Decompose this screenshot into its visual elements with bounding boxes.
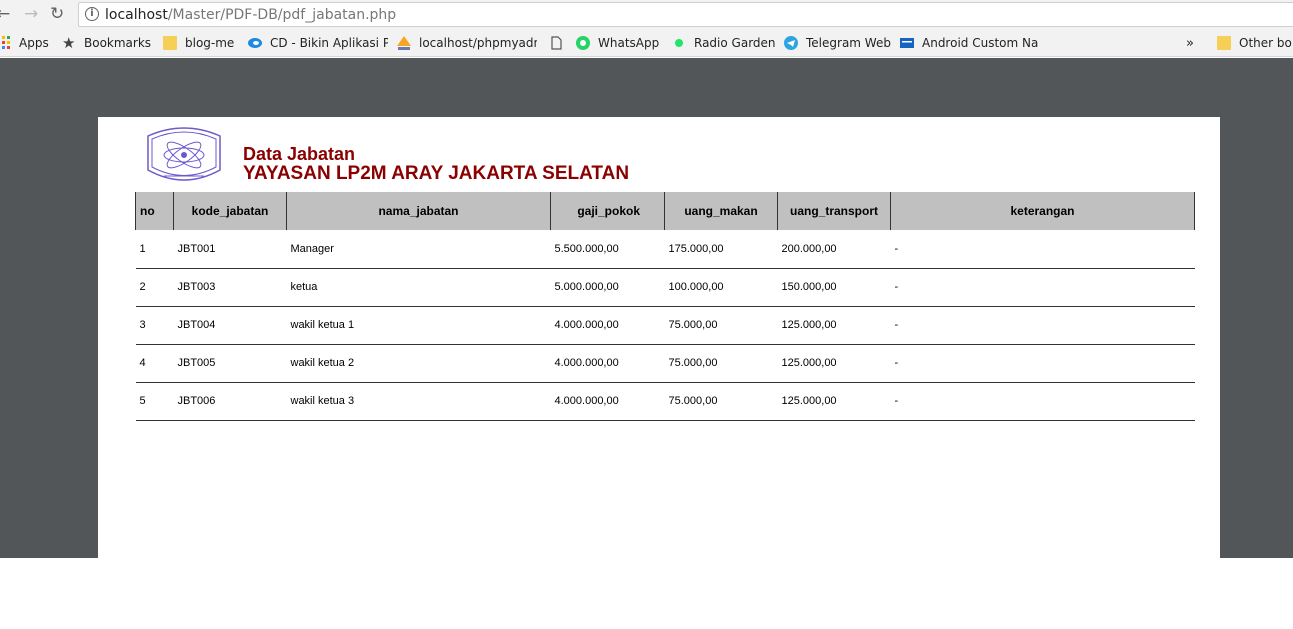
- bookmarks-bar: Apps ★ Bookmarks blog-me CD - Bikin Apli…: [0, 29, 1293, 57]
- cell-nama-jabatan: wakil ketua 2: [286, 344, 551, 383]
- whatsapp-icon: [576, 36, 590, 50]
- telegram-icon: [784, 36, 798, 50]
- cell-uang-transport: 125.000,00: [777, 382, 891, 421]
- pma-icon: [397, 36, 411, 50]
- cell-nama-jabatan: wakil ketua 3: [286, 382, 551, 421]
- cell-keterangan: -: [890, 306, 1195, 345]
- cell-no: 1: [135, 230, 174, 269]
- bookmark-label: WhatsApp: [598, 36, 660, 50]
- bookmark-radio-garden[interactable]: Radio Garden: [672, 35, 776, 51]
- bookmark-label: Apps: [19, 36, 49, 50]
- cell-uang-transport: 125.000,00: [777, 306, 891, 345]
- table-header-row: no kode_jabatan nama_jabatan gaji_pokok …: [135, 192, 1195, 230]
- column-header-keterangan: keterangan: [890, 192, 1195, 230]
- info-icon[interactable]: i: [85, 7, 99, 21]
- cell-uang-makan: 75.000,00: [664, 382, 778, 421]
- bookmark-android-custom[interactable]: Android Custom Na: [900, 35, 1040, 51]
- url-path: /Master/PDF-DB/pdf_jabatan.php: [167, 7, 397, 23]
- cell-no: 4: [135, 344, 174, 383]
- column-header-uang-makan: uang_makan: [664, 192, 778, 230]
- cell-uang-transport: 200.000,00: [777, 230, 891, 269]
- jabatan-table: no kode_jabatan nama_jabatan gaji_pokok …: [135, 192, 1195, 421]
- cd-icon: [248, 38, 262, 48]
- cell-kode-jabatan: JBT004: [173, 306, 287, 345]
- table-row: 5 JBT006 wakil ketua 3 4.000.000,00 75.0…: [135, 382, 1195, 421]
- bookmark-whatsapp[interactable]: WhatsApp: [576, 35, 659, 51]
- cell-kode-jabatan: JBT006: [173, 382, 287, 421]
- cell-nama-jabatan: Manager: [286, 230, 551, 269]
- cell-keterangan: -: [890, 230, 1195, 269]
- reload-icon[interactable]: ↻: [50, 4, 64, 24]
- bookmark-phpmyadmin[interactable]: localhost/phpmyadm: [397, 35, 537, 51]
- cell-uang-makan: 175.000,00: [664, 230, 778, 269]
- bookmark-blog-me[interactable]: blog-me: [163, 35, 234, 51]
- arrow-right-icon[interactable]: →: [24, 4, 38, 24]
- bookmark-label: Other bo: [1239, 36, 1292, 50]
- bookmark-label: blog-me: [185, 36, 235, 50]
- document-title: Data Jabatan: [243, 144, 356, 164]
- column-header-uang-transport: uang_transport: [777, 192, 891, 230]
- column-header-gaji-pokok: gaji_pokok: [550, 192, 665, 230]
- tc-icon: [900, 38, 914, 48]
- bookmark-page[interactable]: [549, 35, 571, 51]
- address-bar[interactable]: i localhost/Master/PDF-DB/pdf_jabatan.ph…: [78, 2, 1293, 27]
- bookmark-apps[interactable]: Apps: [0, 35, 49, 51]
- bookmark-other[interactable]: Other bo: [1217, 35, 1292, 51]
- column-header-no: no: [135, 192, 174, 230]
- cell-uang-makan: 100.000,00: [664, 268, 778, 307]
- url-text[interactable]: localhost/Master/PDF-DB/pdf_jabatan.php: [105, 7, 396, 23]
- document-subtitle: YAYASAN LP2M ARAY JAKARTA SELATAN: [243, 163, 630, 184]
- arrow-left-icon[interactable]: ←: [0, 4, 10, 24]
- bookmark-bookmarks[interactable]: ★ Bookmarks: [62, 35, 151, 51]
- cell-uang-makan: 75.000,00: [664, 306, 778, 345]
- bookmark-telegram[interactable]: Telegram Web: [784, 35, 891, 51]
- star-icon: ★: [62, 35, 76, 51]
- cell-no: 5: [135, 382, 174, 421]
- pdf-viewer[interactable]: Data Jabatan YAYASAN LP2M ARAY JAKARTA S…: [0, 58, 1293, 558]
- pdf-page: Data Jabatan YAYASAN LP2M ARAY JAKARTA S…: [98, 117, 1220, 558]
- page-icon: [551, 36, 562, 50]
- cell-gaji-pokok: 4.000.000,00: [550, 382, 665, 421]
- table-row: 4 JBT005 wakil ketua 2 4.000.000,00 75.0…: [135, 344, 1195, 383]
- column-header-kode-jabatan: kode_jabatan: [173, 192, 287, 230]
- cell-gaji-pokok: 5.500.000,00: [550, 230, 665, 269]
- table-row: 2 JBT003 ketua 5.000.000,00 100.000,00 1…: [135, 268, 1195, 307]
- radio-garden-icon: [675, 39, 683, 47]
- bookmark-label: Radio Garden: [694, 36, 776, 50]
- bookmarks-overflow-button[interactable]: »: [1186, 35, 1194, 51]
- apps-grid-icon: [2, 36, 10, 49]
- cell-keterangan: -: [890, 344, 1195, 383]
- cell-kode-jabatan: JBT001: [173, 230, 287, 269]
- cell-kode-jabatan: JBT005: [173, 344, 287, 383]
- cell-no: 2: [135, 268, 174, 307]
- cell-kode-jabatan: JBT003: [173, 268, 287, 307]
- folder-icon: [163, 36, 177, 50]
- cell-gaji-pokok: 4.000.000,00: [550, 344, 665, 383]
- bookmark-cd[interactable]: CD - Bikin Aplikasi P: [248, 35, 388, 51]
- bookmark-label: localhost/phpmyadm: [419, 36, 537, 50]
- cell-uang-makan: 75.000,00: [664, 344, 778, 383]
- url-host: localhost: [105, 7, 168, 23]
- cell-uang-transport: 150.000,00: [777, 268, 891, 307]
- folder-icon: [1217, 36, 1231, 50]
- bookmark-label: Bookmarks: [84, 36, 152, 50]
- cell-keterangan: -: [890, 382, 1195, 421]
- table-row: 1 JBT001 Manager 5.500.000,00 175.000,00…: [135, 230, 1195, 269]
- bookmark-label: Telegram Web: [806, 36, 891, 50]
- cell-uang-transport: 125.000,00: [777, 344, 891, 383]
- cell-gaji-pokok: 4.000.000,00: [550, 306, 665, 345]
- cell-no: 3: [135, 306, 174, 345]
- address-toolbar: ← → ↻ i localhost/Master/PDF-DB/pdf_jaba…: [0, 0, 1293, 29]
- column-header-nama-jabatan: nama_jabatan: [286, 192, 551, 230]
- table-row: 3 JBT004 wakil ketua 1 4.000.000,00 75.0…: [135, 306, 1195, 345]
- bookmark-label: CD - Bikin Aplikasi P: [270, 36, 388, 50]
- cell-nama-jabatan: ketua: [286, 268, 551, 307]
- cell-gaji-pokok: 5.000.000,00: [550, 268, 665, 307]
- bookmark-label: Android Custom Na: [922, 36, 1039, 50]
- cell-nama-jabatan: wakil ketua 1: [286, 306, 551, 345]
- foundation-logo: [147, 127, 221, 181]
- cell-keterangan: -: [890, 268, 1195, 307]
